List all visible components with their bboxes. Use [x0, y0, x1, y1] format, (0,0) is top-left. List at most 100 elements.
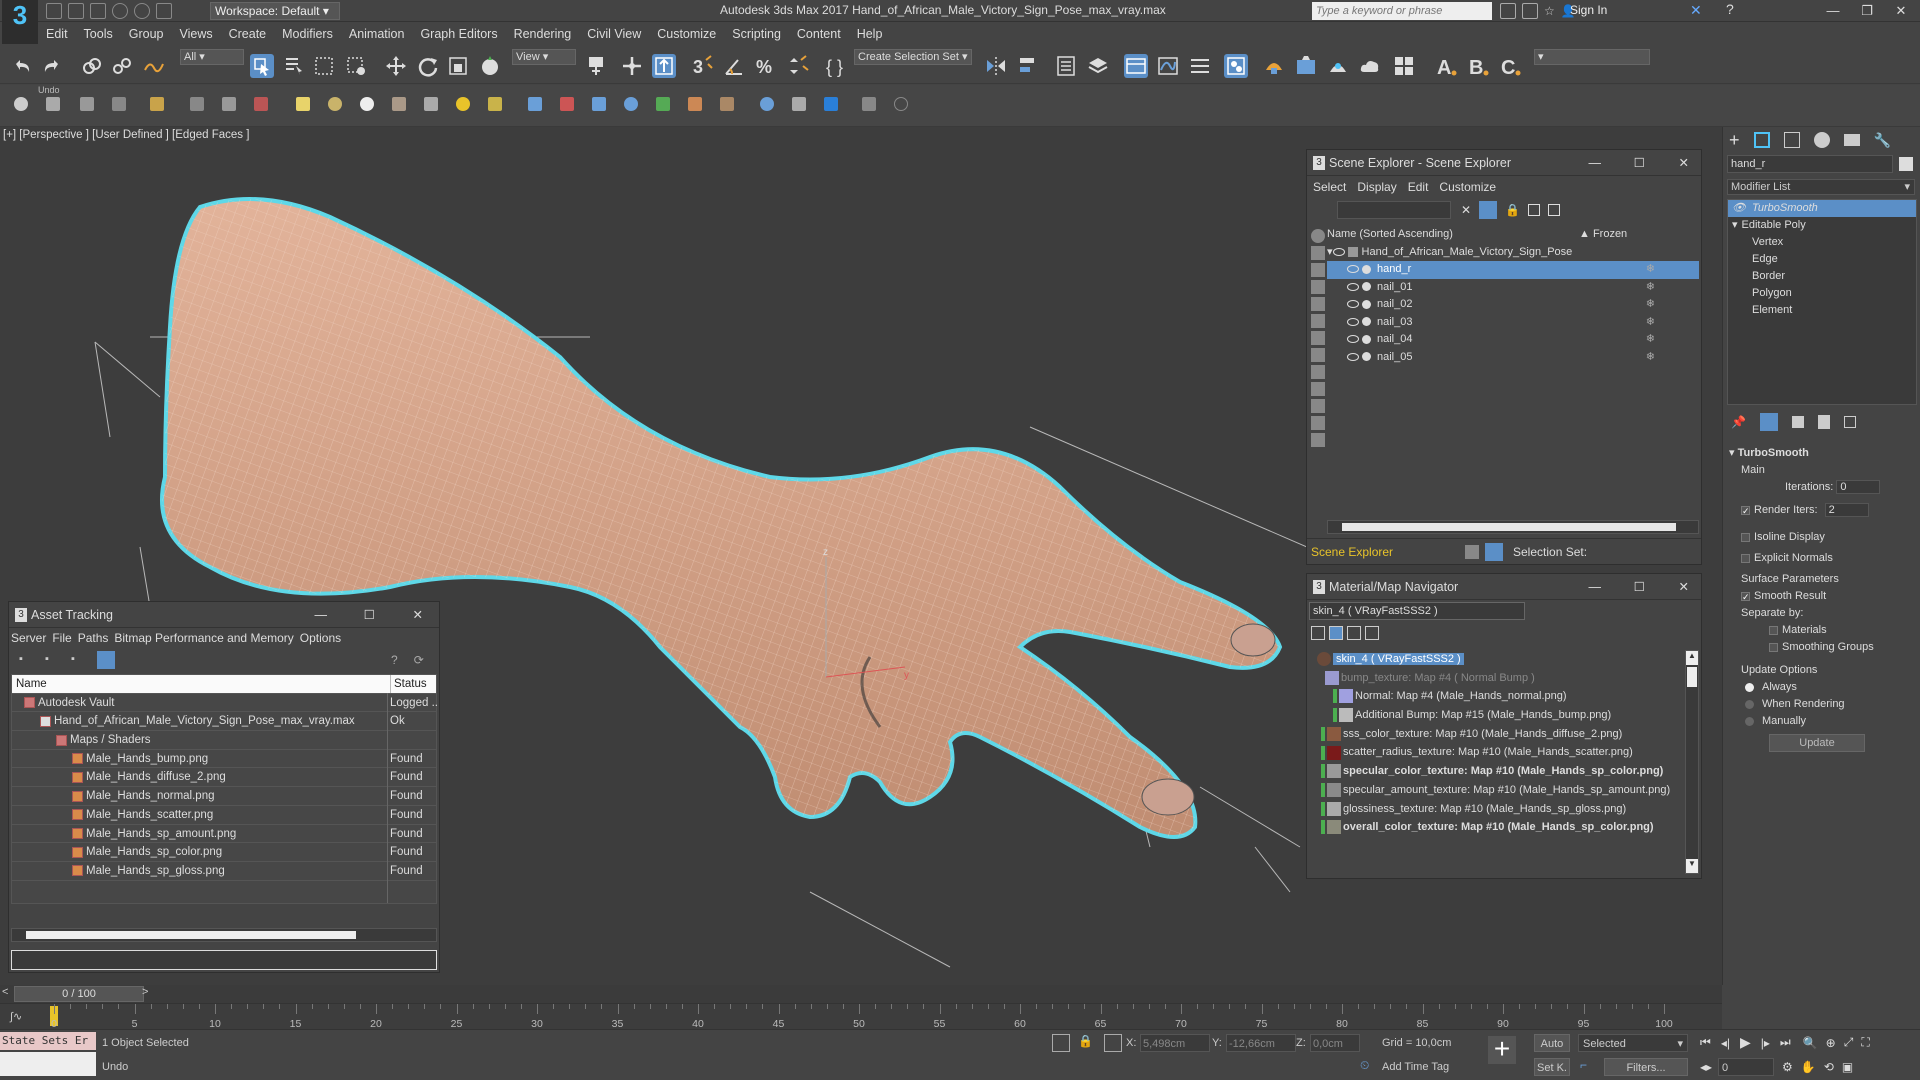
- menu-select[interactable]: Select: [1313, 180, 1346, 194]
- key-mode-icon[interactable]: ⌐: [1580, 1058, 1598, 1076]
- explicit-normals-checkbox[interactable]: [1741, 553, 1750, 563]
- utilities-tab-icon[interactable]: 🔧: [1874, 132, 1891, 149]
- visibility-eye-icon[interactable]: [1347, 352, 1359, 361]
- layers-icon[interactable]: [1465, 544, 1479, 559]
- display-geometry-icon[interactable]: [1311, 229, 1325, 243]
- move-icon[interactable]: [384, 54, 408, 78]
- zoom-icon[interactable]: 🔍: [1803, 1036, 1818, 1050]
- sphere-tool-icon[interactable]: [14, 97, 28, 111]
- menu-graph-editors[interactable]: Graph Editors: [420, 23, 497, 45]
- smooth-result-checkbox[interactable]: ✓: [1741, 591, 1750, 601]
- column-name-header[interactable]: Name: [16, 678, 47, 690]
- display-frozen-icon[interactable]: [1311, 399, 1325, 413]
- filters-button[interactable]: Filters...: [1604, 1058, 1688, 1076]
- torus-tool-icon[interactable]: [392, 97, 406, 111]
- material-tree-row[interactable]: sss_color_texture: Map #10 (Male_Hands_d…: [1309, 725, 1681, 744]
- help-icon[interactable]: ?: [1726, 1, 1734, 17]
- maxscript-listener[interactable]: State Sets Er: [0, 1032, 96, 1050]
- stack-item-editable-poly[interactable]: ▾ Editable Poly: [1728, 217, 1916, 234]
- star-tool-icon[interactable]: [488, 97, 502, 111]
- modifier-list-dropdown[interactable]: Modifier List ▾: [1727, 179, 1915, 195]
- manually-radio[interactable]: [1745, 716, 1754, 726]
- scene-explorer-toggle-icon[interactable]: [1054, 54, 1078, 78]
- make-unique-icon[interactable]: [1791, 416, 1804, 428]
- minimize-icon[interactable]: —: [1589, 150, 1602, 176]
- refresh-small-icon[interactable]: ⟳: [414, 653, 424, 667]
- globe-tool-icon[interactable]: [760, 97, 774, 111]
- pin-stack-icon[interactable]: 📌: [1731, 415, 1746, 429]
- asset-row[interactable]: Male_Hands_bump.png Found: [12, 750, 436, 769]
- eye-icon[interactable]: 👁: [1732, 202, 1746, 214]
- stack-item-element[interactable]: Element: [1728, 302, 1916, 319]
- go-to-start-icon[interactable]: ⏮: [1700, 1035, 1711, 1050]
- play-icon[interactable]: ▶: [1740, 1034, 1751, 1051]
- window-crossing-icon[interactable]: [344, 54, 368, 78]
- visibility-eye-icon[interactable]: [1332, 247, 1345, 256]
- display-warps-icon[interactable]: [1311, 314, 1325, 328]
- display-tab-icon[interactable]: [1843, 134, 1860, 146]
- menu-edit[interactable]: Edit: [1408, 180, 1429, 194]
- asset-path-field[interactable]: [11, 950, 437, 970]
- set-key-button[interactable]: Set K.: [1534, 1058, 1570, 1076]
- asset-row[interactable]: Maps / Shaders: [12, 731, 436, 750]
- teapot-tool-icon[interactable]: [328, 97, 342, 111]
- create-tab-icon[interactable]: +: [1729, 130, 1740, 151]
- info-tool-icon[interactable]: [894, 97, 908, 111]
- iterations-spinner[interactable]: 0: [1836, 480, 1881, 495]
- delete-tool-icon[interactable]: [254, 97, 268, 111]
- material-tree-row[interactable]: Additional Bump: Map #15 (Male_Hands_bum…: [1309, 706, 1681, 725]
- time-next-icon[interactable]: >: [142, 986, 148, 998]
- biped-tool-icon[interactable]: [592, 97, 606, 111]
- keyword-search-input[interactable]: Type a keyword or phrase: [1312, 2, 1492, 20]
- field-of-view-icon[interactable]: ▣: [1842, 1060, 1853, 1074]
- current-frame-field[interactable]: 0: [1718, 1058, 1775, 1076]
- scroll-up-icon[interactable]: ▲: [1686, 651, 1698, 665]
- maximize-icon[interactable]: ☐: [1634, 150, 1645, 176]
- absolute-mode-icon[interactable]: [1104, 1034, 1122, 1052]
- curve-editor-mini-icon[interactable]: ∫∿: [10, 1010, 22, 1023]
- display-bones-icon[interactable]: [1311, 365, 1325, 379]
- display-hidden-icon[interactable]: [1311, 416, 1325, 430]
- time-slider[interactable]: < 0 / 100 >: [0, 985, 1722, 1003]
- zoom-all-icon[interactable]: ⊕: [1826, 1036, 1836, 1050]
- tree-tool-icon[interactable]: [656, 97, 670, 111]
- script-tool-icon[interactable]: [862, 97, 876, 111]
- menu-group[interactable]: Group: [129, 23, 164, 45]
- spinner-snap-icon[interactable]: [786, 54, 810, 78]
- view-list-thumbs-icon[interactable]: [1329, 626, 1343, 640]
- link-icon[interactable]: [80, 54, 104, 78]
- zoom-extents-icon[interactable]: ⤢: [1844, 1035, 1854, 1050]
- binoculars-icon[interactable]: [1500, 3, 1516, 19]
- cone-tool-icon[interactable]: [424, 97, 438, 111]
- time-tag-icon[interactable]: ⏲: [1360, 1058, 1378, 1076]
- frozen-icon[interactable]: ❄: [1646, 261, 1655, 279]
- lock-icon[interactable]: 🔒: [1505, 203, 1520, 217]
- material-tree-vscrollbar[interactable]: ▲ ▼: [1685, 650, 1699, 874]
- remove-modifier-icon[interactable]: [1817, 415, 1830, 429]
- undo-icon[interactable]: [112, 3, 128, 19]
- configure-sets-icon[interactable]: [1843, 416, 1856, 428]
- minimize-icon[interactable]: —: [315, 602, 328, 628]
- c-tool-icon[interactable]: C: [1498, 54, 1522, 78]
- always-radio[interactable]: [1745, 682, 1754, 692]
- asset-row[interactable]: Male_Hands_sp_color.png Found: [12, 843, 436, 862]
- a360-gallery-icon[interactable]: [1392, 54, 1416, 78]
- angle-snap-icon[interactable]: [722, 54, 746, 78]
- box-tool-icon[interactable]: [46, 97, 60, 111]
- align-icon[interactable]: [1016, 54, 1040, 78]
- add-keyframe-icon[interactable]: +: [1488, 1035, 1516, 1064]
- bone-tool-icon[interactable]: [528, 97, 542, 111]
- menu-customize[interactable]: Customize: [1439, 180, 1496, 194]
- hierarchy-tab-icon[interactable]: [1783, 132, 1800, 148]
- maximize-icon[interactable]: ☐: [364, 602, 375, 628]
- scene-explorer-hscrollbar[interactable]: [1327, 520, 1699, 534]
- selection-lock-icon[interactable]: 🔒: [1078, 1034, 1096, 1052]
- menu-paths[interactable]: Paths: [78, 631, 109, 645]
- isolate-selection-icon[interactable]: [1052, 1034, 1070, 1052]
- hair-tool-icon[interactable]: [720, 97, 734, 111]
- view-small-icons-icon[interactable]: [1347, 626, 1361, 640]
- tree-item-hand-r[interactable]: hand_r ❄: [1327, 261, 1699, 279]
- frozen-icon[interactable]: ❄: [1646, 331, 1655, 349]
- toolbar-extra-dropdown[interactable]: ▾: [1534, 49, 1650, 65]
- stack-item-edge[interactable]: Edge: [1728, 251, 1916, 268]
